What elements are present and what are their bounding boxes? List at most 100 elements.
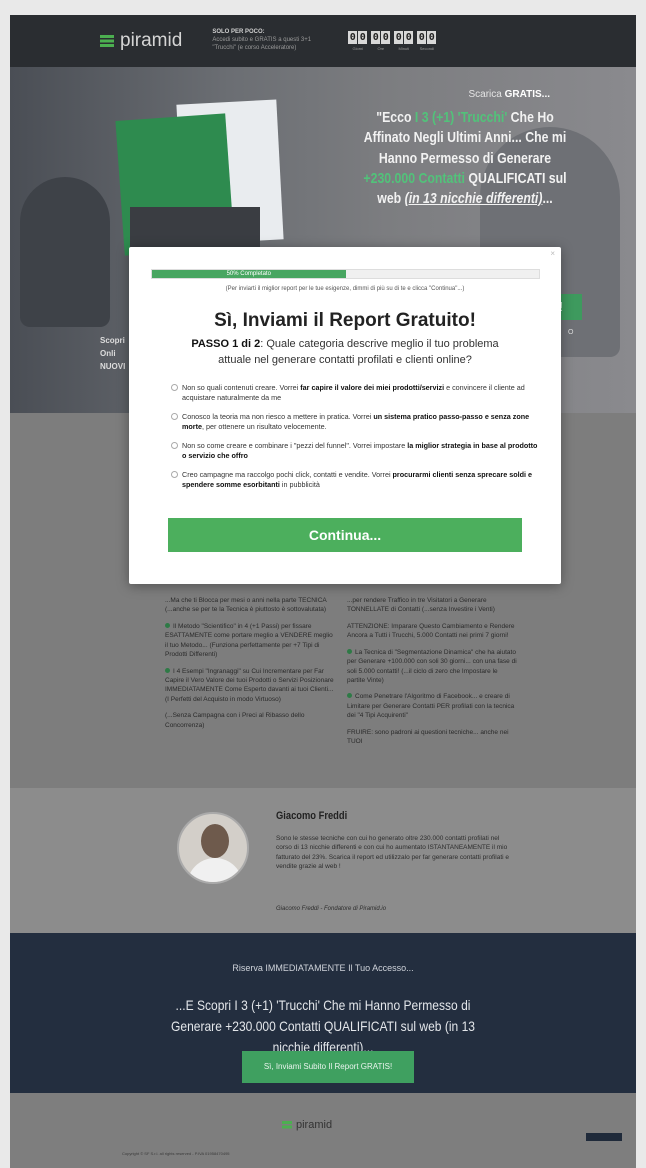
hero-side-note: O — [568, 329, 574, 336]
timer-digit: 0 — [381, 31, 391, 44]
feature-text: I 4 Esempi "Ingranaggi" su Cui Increment… — [165, 667, 334, 703]
logo-icon — [100, 35, 114, 47]
lead-form-modal: × 50% Completato (Per inviarti il miglio… — [129, 247, 561, 584]
radio-button[interactable] — [171, 441, 178, 449]
feature-item: La Tecnica di "Segmentazione Dinamica" c… — [347, 648, 517, 686]
promo-text: SOLO PER POCO: Accedi subito e GRATIS a … — [212, 29, 330, 52]
author-signature: Giacomo Freddi - Fondatore di Piramid.io — [276, 906, 387, 912]
headline-highlight: +230.000 Contatti — [363, 169, 465, 187]
option-label: Creo campagne ma raccolgo pochi click, c… — [182, 470, 541, 491]
avatar-body — [187, 858, 243, 882]
top-header: piramid SOLO PER POCO: Accedi subito e G… — [10, 15, 636, 67]
feature-item: ...Ma che ti Blocca per mesi o anni nell… — [165, 597, 327, 614]
option-text: in pubblicità — [279, 480, 320, 490]
timer-label: Secondi — [419, 46, 435, 51]
footer-logo[interactable]: piramid — [282, 1119, 332, 1131]
cta-kicker: Riserva IMMEDIATAMENTE Il Tuo Accesso... — [232, 963, 414, 973]
timer-label: Minuti — [398, 46, 410, 51]
timer-digit: 0 — [348, 31, 358, 44]
option-bold: far capire il valore dei miei prodotti/s… — [300, 383, 445, 392]
radio-button[interactable] — [171, 412, 178, 420]
footer-logo-text: piramid — [296, 1119, 333, 1131]
timer-minutes: 00 Minuti — [394, 31, 414, 51]
feature-item: ...per rendere Traffico in tre Visitator… — [347, 597, 495, 614]
option-label: Non so come creare e combinare i "pezzi … — [182, 441, 541, 462]
features-left-column: ...Ma che ti Blocca per mesi o anni nell… — [165, 596, 335, 737]
kicker-text: Scarica — [468, 89, 505, 100]
copyright-text: Copyright © SF S.r.l. all rights reserve… — [122, 1151, 230, 1156]
author-bio: Sono le stesse tecniche con cui ho gener… — [276, 835, 510, 871]
modal-hint: (Per inviarti il miglior report per le t… — [225, 286, 465, 292]
radio-button[interactable] — [171, 470, 178, 478]
close-icon[interactable]: × — [550, 249, 555, 258]
headline-highlight: I 3 (+1) 'Trucchi' — [414, 109, 508, 126]
option-3[interactable]: Non so come creare e combinare i "pezzi … — [171, 441, 541, 462]
question-text: : Quale categoria descrive meglio il tuo… — [218, 338, 499, 366]
landing-page: piramid SOLO PER POCO: Accedi subito e G… — [10, 15, 636, 1168]
timer-digit: 0 — [427, 31, 437, 44]
option-label: Conosco la teoria ma non riesco a metter… — [182, 412, 541, 433]
hero-headline-block: Scarica GRATIS... "Ecco I 3 (+1) 'Trucch… — [330, 89, 600, 209]
side-line: Onli — [100, 348, 116, 358]
recaptcha-badge[interactable] — [586, 1133, 622, 1141]
option-2[interactable]: Conosco la teoria ma non riesco a metter… — [171, 412, 541, 433]
kicker-bold: GRATIS... — [504, 89, 550, 100]
check-icon — [347, 648, 352, 654]
side-line: Scopri — [100, 336, 125, 345]
cta-download-button[interactable]: Sì, Inviami Subito Il Report GRATIS! — [242, 1051, 414, 1083]
hero-kicker: Scarica GRATIS... — [330, 89, 600, 100]
hero-side-text: Scopri Onli NUOVI — [100, 335, 125, 373]
bottom-cta-section: Riserva IMMEDIATAMENTE Il Tuo Accesso...… — [10, 933, 636, 1093]
timer-label: Ore — [377, 46, 385, 51]
modal-question: PASSO 1 di 2: Quale categoria descrive m… — [179, 337, 511, 369]
headline-part: ... — [542, 190, 553, 207]
author-name: Giacomo Freddi — [276, 810, 348, 822]
timer-digit: 0 — [394, 31, 404, 44]
features-right-column: ...per rendere Traffico in tre Visitator… — [347, 596, 517, 753]
option-text: , per ottenere un risultato velocemente. — [201, 422, 327, 432]
timer-label: Giorni — [352, 46, 364, 51]
radio-button[interactable] — [171, 384, 178, 391]
timer-digit: 0 — [404, 31, 414, 44]
timer-digit: 0 — [358, 31, 368, 44]
option-text: Conosco la teoria ma non riesco a metter… — [182, 411, 374, 421]
feature-item: FRUIRE: sono padroni ai questioni tecnic… — [347, 728, 509, 746]
promo-body: Accedi subito e GRATIS a questi 3+1 "Tru… — [212, 37, 312, 51]
timer-seconds: 00 Secondi — [417, 31, 437, 51]
progress-fill: 50% Completato — [152, 270, 346, 278]
feature-text: La Tecnica di "Segmentazione Dinamica" c… — [347, 648, 517, 684]
timer-hours: 00 Ore — [371, 31, 391, 51]
side-line: NUOVI — [100, 361, 126, 371]
option-4[interactable]: Creo campagne ma raccolgo pochi click, c… — [171, 470, 541, 491]
brand-logo[interactable]: piramid — [100, 30, 182, 52]
feature-text: Come Penetrare l'Algoritmo di Facebook..… — [347, 693, 515, 720]
hero-person-image — [20, 177, 110, 327]
option-text: Creo campagne ma raccolgo pochi click, c… — [182, 469, 393, 479]
check-icon — [165, 622, 170, 628]
cta-headline: ...E Scopri I 3 (+1) 'Trucchi' Che mi Ha… — [171, 997, 475, 1055]
option-1[interactable]: Non so quali contenuti creare. Vorrei fa… — [171, 383, 541, 404]
check-icon — [165, 667, 170, 673]
options-list: Non so quali contenuti creare. Vorrei fa… — [171, 383, 541, 499]
option-text: Non so quali contenuti creare. Vorrei — [182, 383, 301, 392]
avatar-head — [201, 824, 229, 858]
author-avatar — [177, 812, 249, 884]
progress-bar: 50% Completato — [151, 269, 540, 279]
headline-part: "Ecco — [376, 109, 415, 126]
logo-text: piramid — [120, 30, 183, 51]
step-label: PASSO 1 di 2 — [191, 338, 261, 350]
author-section: Giacomo Freddi Sono le stesse tecniche c… — [10, 788, 636, 933]
logo-icon — [282, 1120, 292, 1130]
promo-title: SOLO PER POCO: — [212, 29, 265, 36]
continue-button[interactable]: Continua... — [168, 518, 522, 552]
option-label: Non so quali contenuti creare. Vorrei fa… — [182, 383, 541, 404]
countdown-timer: 00 Giorni 00 Ore 00 Minuti 00 Secondi — [348, 31, 437, 51]
check-icon — [347, 693, 352, 699]
option-text: Non so come creare e combinare i "pezzi … — [182, 440, 408, 450]
page-footer: piramid Copyright © SF S.r.l. all rights… — [10, 1093, 636, 1168]
feature-text: Il Metodo "Scientifico" in 4 (+1 Passi) … — [165, 622, 333, 659]
modal-title: Sì, Inviami il Report Gratuito! — [214, 310, 476, 331]
feature-item: Il Metodo "Scientifico" in 4 (+1 Passi) … — [165, 622, 335, 660]
feature-item: Come Penetrare l'Algoritmo di Facebook..… — [347, 692, 517, 720]
timer-digit: 0 — [417, 31, 427, 44]
